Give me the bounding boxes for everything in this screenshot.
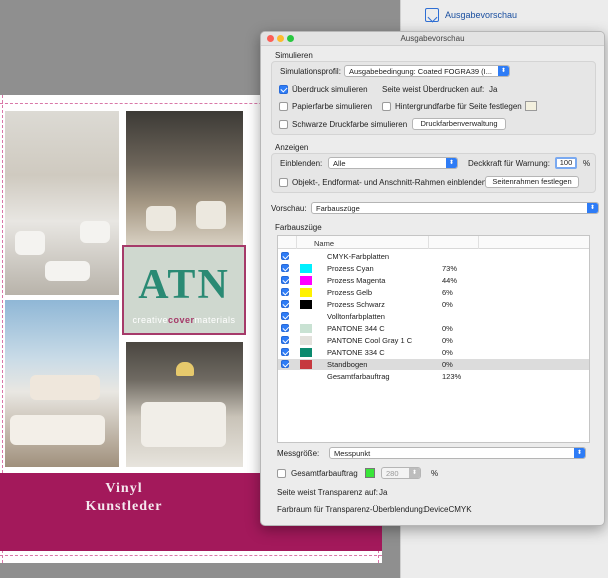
total-ink-checkbox[interactable] bbox=[277, 469, 286, 478]
color-swatch bbox=[300, 324, 312, 333]
atn-logo: ATN creativecovermaterials bbox=[122, 245, 246, 335]
separation-row[interactable]: Volltonfarbplatten bbox=[278, 311, 589, 322]
color-swatch bbox=[300, 288, 312, 297]
color-swatch bbox=[300, 300, 312, 309]
logo-text: ATN bbox=[138, 262, 230, 308]
frames-label: Objekt-, Endformat- und Anschnitt-Rahmen… bbox=[292, 178, 487, 187]
sample-size-label: Messgröße: bbox=[277, 449, 320, 458]
color-swatch bbox=[300, 348, 312, 357]
group-simulieren: Simulationsprofil: Ausgabebedingung: Coa… bbox=[271, 61, 596, 135]
chevron-updown-icon: ⬍ bbox=[409, 468, 420, 478]
black-ink-checkbox[interactable] bbox=[279, 120, 288, 129]
paper-color-label: Papierfarbe simulieren bbox=[292, 102, 373, 111]
separation-row[interactable]: PANTONE 334 C 0% bbox=[278, 347, 589, 358]
separation-row[interactable]: Gesamtfarbauftrag 123% bbox=[278, 371, 589, 382]
sample-size-select[interactable]: Messpunkt ⬍ bbox=[329, 447, 586, 459]
black-ink-label: Schwarze Druckfarbe simulieren bbox=[292, 120, 408, 129]
separations-header: Name bbox=[278, 236, 589, 249]
section-simulieren: Simulieren bbox=[275, 51, 313, 60]
separation-visibility-checkbox[interactable] bbox=[281, 336, 289, 344]
paper-color-checkbox[interactable] bbox=[279, 102, 288, 111]
overprint-page-value: Ja bbox=[489, 85, 498, 94]
band-title-kunstleder: Kunstleder bbox=[85, 499, 163, 514]
ink-manager-button[interactable]: Druckfarbenverwaltung bbox=[412, 118, 506, 130]
dialog-title: Ausgabevorschau bbox=[400, 34, 465, 43]
blend-space-label: Farbraum für Transparenz-Überblendung: bbox=[277, 505, 426, 514]
photo-yacht-deck bbox=[5, 300, 119, 467]
column-name: Name bbox=[314, 239, 335, 248]
frames-checkbox[interactable] bbox=[279, 178, 288, 187]
separation-row[interactable]: PANTONE Cool Gray 1 C 0% bbox=[278, 335, 589, 346]
separations-table: Name CMYK-Farbplatten Prozess Cyan 73% P… bbox=[277, 235, 590, 443]
output-preview-dialog: Ausgabevorschau Simulieren Simulationspr… bbox=[260, 31, 605, 526]
blend-space-value: DeviceCMYK bbox=[424, 505, 472, 514]
separation-visibility-checkbox[interactable] bbox=[281, 360, 289, 368]
warning-opacity-unit: % bbox=[583, 159, 591, 168]
preview-select[interactable]: Farbauszüge ⬍ bbox=[311, 202, 599, 214]
show-label: Einblenden: bbox=[280, 159, 323, 168]
group-anzeigen: Einblenden: Alle ⬍ Deckkraft für Warnung… bbox=[271, 153, 596, 193]
chevron-updown-icon: ⬍ bbox=[587, 203, 598, 213]
separation-visibility-checkbox[interactable] bbox=[281, 312, 289, 320]
separation-row[interactable]: Prozess Gelb 6% bbox=[278, 287, 589, 298]
overprint-label: Überdruck simulieren bbox=[292, 85, 368, 94]
separation-visibility-checkbox[interactable] bbox=[281, 264, 289, 272]
logo-tagline: creativecovermaterials bbox=[132, 315, 236, 325]
panel-item-label: Ausgabevorschau bbox=[445, 10, 518, 20]
chevron-updown-icon: ⬍ bbox=[446, 158, 457, 168]
warning-opacity-label: Deckkraft für Warnung: bbox=[468, 159, 550, 168]
photo-lounge-interior bbox=[5, 111, 119, 295]
separation-visibility-checkbox[interactable] bbox=[281, 348, 289, 356]
page-boxes-button[interactable]: Seitenrahmen festlegen bbox=[485, 176, 579, 188]
separation-visibility-checkbox[interactable] bbox=[281, 300, 289, 308]
section-farbauszuege: Farbauszüge bbox=[275, 223, 322, 232]
separation-visibility-checkbox[interactable] bbox=[281, 324, 289, 332]
bleed-guide-bottom bbox=[0, 555, 382, 556]
background-color-checkbox[interactable] bbox=[382, 102, 391, 111]
output-preview-icon bbox=[425, 8, 439, 22]
separation-row[interactable]: Prozess Magenta 44% bbox=[278, 275, 589, 286]
separation-row[interactable]: CMYK-Farbplatten bbox=[278, 251, 589, 262]
simulation-profile-select[interactable]: Ausgabebedingung: Coated FOGRA39 (I... ⬍ bbox=[344, 65, 510, 77]
color-swatch bbox=[300, 264, 312, 273]
total-ink-label: Gesamtfarbauftrag bbox=[291, 469, 358, 478]
total-ink-color-swatch[interactable] bbox=[365, 468, 375, 478]
separation-row-selected[interactable]: Standbogen 0% bbox=[278, 359, 589, 370]
overprint-checkbox[interactable] bbox=[279, 85, 288, 94]
color-swatch bbox=[300, 276, 312, 285]
dialog-titlebar[interactable]: Ausgabevorschau bbox=[261, 32, 604, 46]
separation-row[interactable]: PANTONE 344 C 0% bbox=[278, 323, 589, 334]
section-anzeigen: Anzeigen bbox=[275, 143, 309, 152]
total-ink-select[interactable]: 280 ⬍ bbox=[381, 467, 421, 479]
separation-visibility-checkbox[interactable] bbox=[281, 276, 289, 284]
separation-row[interactable]: Prozess Schwarz 0% bbox=[278, 299, 589, 310]
separation-visibility-checkbox[interactable] bbox=[281, 252, 289, 260]
transparency-label: Seite weist Transparenz auf: bbox=[277, 488, 378, 497]
background-color-swatch[interactable] bbox=[525, 101, 537, 111]
background-color-label: Hintergrundfarbe für Seite festlegen bbox=[395, 102, 522, 111]
separation-row[interactable]: Prozess Cyan 73% bbox=[278, 263, 589, 274]
total-ink-unit: % bbox=[431, 469, 439, 478]
band-title-vinyl: Vinyl bbox=[105, 481, 143, 496]
color-swatch bbox=[300, 336, 312, 345]
show-select[interactable]: Alle ⬍ bbox=[328, 157, 458, 169]
preview-label: Vorschau: bbox=[271, 204, 307, 213]
panel-item-ausgabevorschau[interactable]: Ausgabevorschau bbox=[425, 8, 517, 22]
chevron-updown-icon: ⬍ bbox=[498, 66, 509, 76]
photo-bar-interior bbox=[126, 342, 243, 467]
warning-opacity-input[interactable]: 100 bbox=[555, 157, 577, 169]
photo-restaurant bbox=[126, 111, 243, 245]
overprint-page-label: Seite weist Überdrucken auf: bbox=[382, 85, 485, 94]
transparency-value: Ja bbox=[379, 488, 388, 497]
color-swatch bbox=[300, 360, 312, 369]
separation-visibility-checkbox[interactable] bbox=[281, 288, 289, 296]
chevron-updown-icon: ⬍ bbox=[574, 448, 585, 458]
simulation-profile-label: Simulationsprofil: bbox=[280, 67, 341, 76]
